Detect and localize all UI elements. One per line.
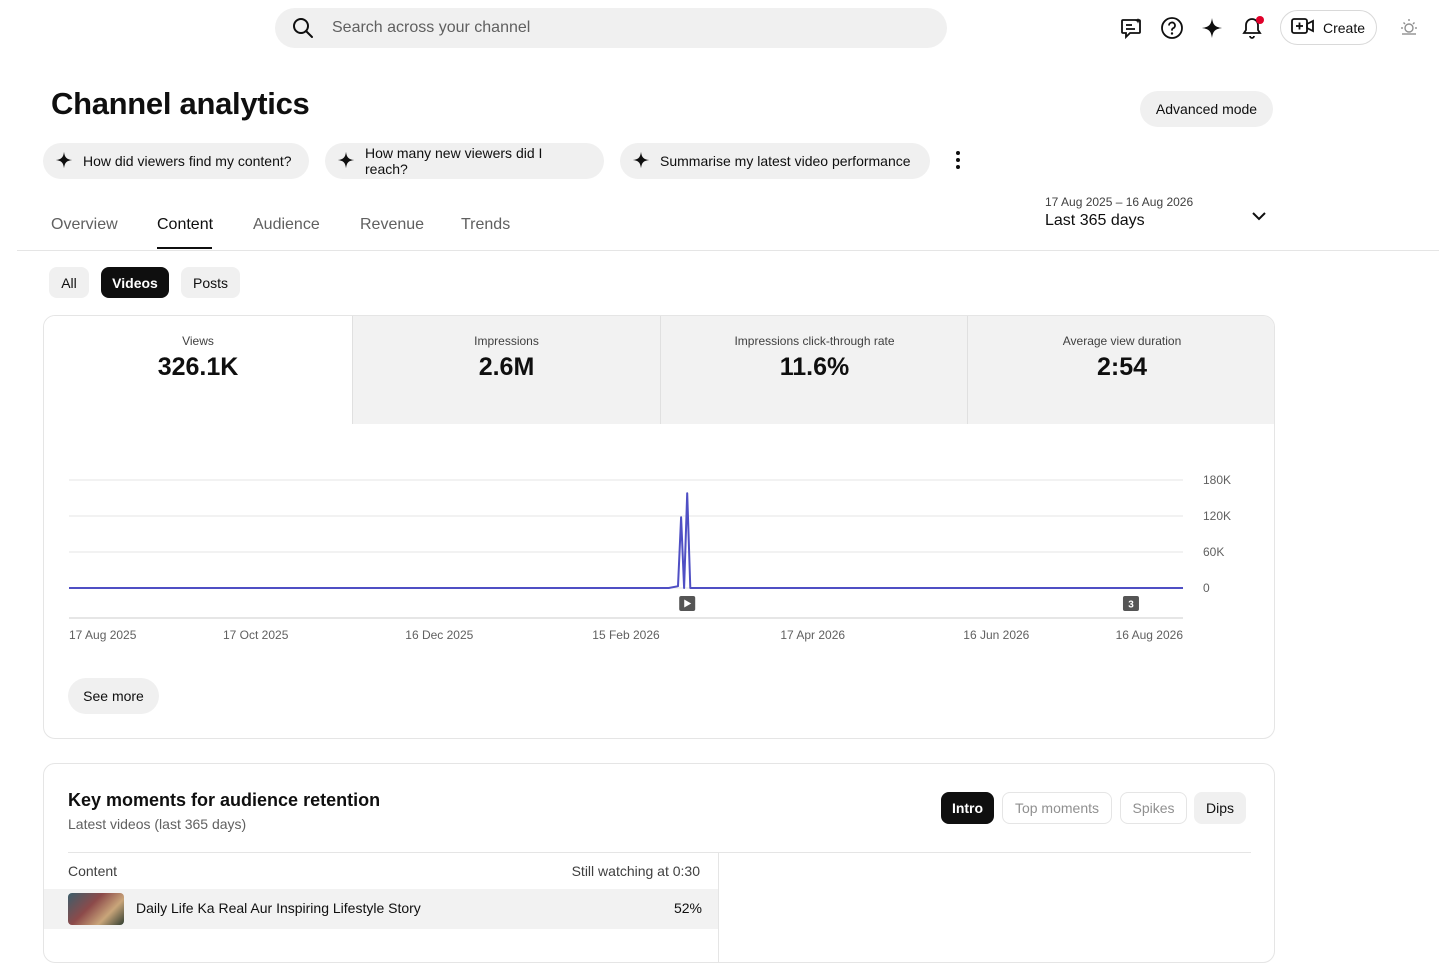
column-header-still-watching: Still watching at 0:30	[572, 863, 700, 879]
segment-intro[interactable]: Intro	[941, 792, 994, 824]
create-label: Create	[1323, 20, 1365, 36]
x-tick-label: 17 Aug 2025	[69, 628, 137, 642]
divider	[718, 852, 719, 963]
suggestion-chip[interactable]: How many new viewers did I reach?	[325, 143, 604, 179]
video-thumbnail	[68, 893, 124, 925]
x-tick-label: 17 Apr 2026	[780, 628, 845, 642]
tab-overview[interactable]: Overview	[51, 216, 118, 234]
more-options-icon[interactable]	[948, 147, 968, 173]
date-range-picker[interactable]: 17 Aug 2025 – 16 Aug 2026 Last 365 days	[1045, 195, 1193, 230]
y-tick-label: 120K	[1203, 509, 1231, 523]
tab-audience[interactable]: Audience	[253, 216, 320, 234]
key-moments-subtitle: Latest videos (last 365 days)	[68, 816, 246, 832]
date-range-label: Last 365 days	[1045, 212, 1193, 230]
y-tick-label: 180K	[1203, 473, 1231, 487]
y-tick-label: 0	[1203, 581, 1210, 595]
suggestion-label: How did viewers find my content?	[83, 153, 292, 169]
sparkle-icon[interactable]	[1196, 12, 1228, 44]
segment-top-moments[interactable]: Top moments	[1002, 792, 1112, 824]
video-title: Daily Life Ka Real Aur Inspiring Lifesty…	[136, 900, 421, 916]
search-icon	[292, 17, 314, 44]
tab-revenue[interactable]: Revenue	[360, 216, 424, 234]
sparkle-icon	[337, 151, 355, 172]
y-tick-label: 60K	[1203, 545, 1224, 559]
key-moments-title: Key moments for audience retention	[68, 790, 380, 811]
filter-all[interactable]: All	[49, 267, 89, 298]
column-header-content: Content	[68, 863, 117, 879]
x-tick-label: 16 Aug 2026	[1116, 628, 1184, 642]
suggestion-chip[interactable]: Summarise my latest video performance	[620, 143, 930, 179]
video-plus-icon	[1291, 17, 1315, 38]
help-icon[interactable]	[1156, 12, 1188, 44]
page-title: Channel analytics	[51, 86, 310, 122]
suggestion-chip[interactable]: How did viewers find my content?	[43, 143, 309, 179]
x-tick-label: 16 Dec 2025	[405, 628, 473, 642]
notification-dot	[1256, 16, 1264, 24]
notification-icon[interactable]	[1236, 12, 1268, 44]
chevron-down-icon[interactable]	[1249, 206, 1269, 231]
tab-content[interactable]: Content	[157, 216, 213, 234]
analytics-card: Views 326.1K Impressions 2.6M Impression…	[43, 315, 1275, 739]
series-line	[69, 493, 1183, 588]
filter-videos[interactable]: Videos	[101, 267, 169, 298]
tab-trends[interactable]: Trends	[461, 216, 510, 234]
key-moments-card: Key moments for audience retention Lates…	[43, 763, 1275, 963]
tabs-divider	[17, 250, 1439, 251]
theme-icon[interactable]	[1393, 11, 1425, 43]
suggestion-label: Summarise my latest video performance	[660, 153, 911, 169]
x-tick-label: 16 Jun 2026	[963, 628, 1029, 642]
still-watching-value: 52%	[674, 900, 702, 916]
search-placeholder[interactable]: Search across your channel	[332, 19, 530, 37]
active-tab-indicator	[157, 247, 212, 249]
feedback-icon[interactable]	[1116, 12, 1148, 44]
advanced-mode-button[interactable]: Advanced mode	[1140, 91, 1273, 127]
table-row[interactable]: Daily Life Ka Real Aur Inspiring Lifesty…	[44, 889, 718, 929]
views-chart: 0 60K 120K 180K 17 Aug 2025 17 Oct 2025 16 Dec…	[44, 316, 1275, 739]
create-button[interactable]: Create	[1280, 10, 1377, 45]
date-range-dates: 17 Aug 2025 – 16 Aug 2026	[1045, 195, 1193, 209]
suggestion-label: How many new viewers did I reach?	[365, 145, 588, 177]
x-tick-label: 17 Oct 2025	[223, 628, 289, 642]
x-tick-label: 15 Feb 2026	[592, 628, 660, 642]
filter-posts[interactable]: Posts	[181, 267, 240, 298]
search-bar[interactable]: Search across your channel	[275, 8, 947, 48]
upload-count-label: 3	[1128, 600, 1134, 611]
segment-dips[interactable]: Dips	[1194, 792, 1246, 824]
divider	[68, 852, 1251, 853]
sparkle-icon	[632, 151, 650, 172]
segment-spikes[interactable]: Spikes	[1120, 792, 1187, 824]
sparkle-icon	[55, 151, 73, 172]
see-more-button[interactable]: See more	[68, 678, 159, 714]
